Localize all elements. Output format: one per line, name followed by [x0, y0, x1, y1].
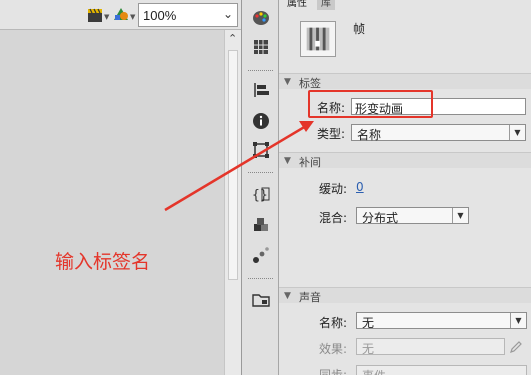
annotation-arrow	[164, 121, 314, 212]
